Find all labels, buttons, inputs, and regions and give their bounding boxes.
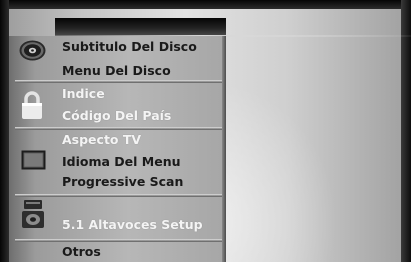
menu-separator [15, 239, 225, 242]
screen-frame-left [0, 0, 9, 262]
menu-separator [15, 80, 225, 83]
menu-item-progressive-scan[interactable]: Progressive Scan [62, 174, 183, 189]
setup-menu-panel: Subtitulo Del Disco Menu Del Disco Indic… [9, 36, 226, 262]
menu-item-indice[interactable]: Indice [62, 86, 105, 101]
menu-item-codigo-del-pais[interactable]: Código Del País [62, 108, 171, 123]
menu-item-aspecto-tv[interactable]: Aspecto TV [62, 132, 141, 147]
menu-separator [15, 127, 225, 130]
menu-item-subtitulo-del-disco[interactable]: Subtitulo Del Disco [62, 39, 197, 54]
speaker-icon[interactable] [21, 199, 45, 229]
screen-frame-top [0, 0, 411, 9]
tv-screen-icon[interactable] [21, 150, 46, 170]
menu-header-bar [55, 18, 411, 37]
menu-item-otros[interactable]: Otros [62, 244, 101, 259]
lock-icon[interactable] [21, 90, 43, 120]
menu-separator [15, 194, 225, 197]
screen-frame-right [401, 0, 411, 262]
menu-item-altavoces-setup[interactable]: 5.1 Altavoces Setup [62, 217, 203, 232]
disc-icon[interactable] [19, 40, 46, 61]
menu-item-menu-del-disco[interactable]: Menu Del Disco [62, 63, 171, 78]
menu-item-idioma-del-menu[interactable]: Idioma Del Menu [62, 154, 181, 169]
